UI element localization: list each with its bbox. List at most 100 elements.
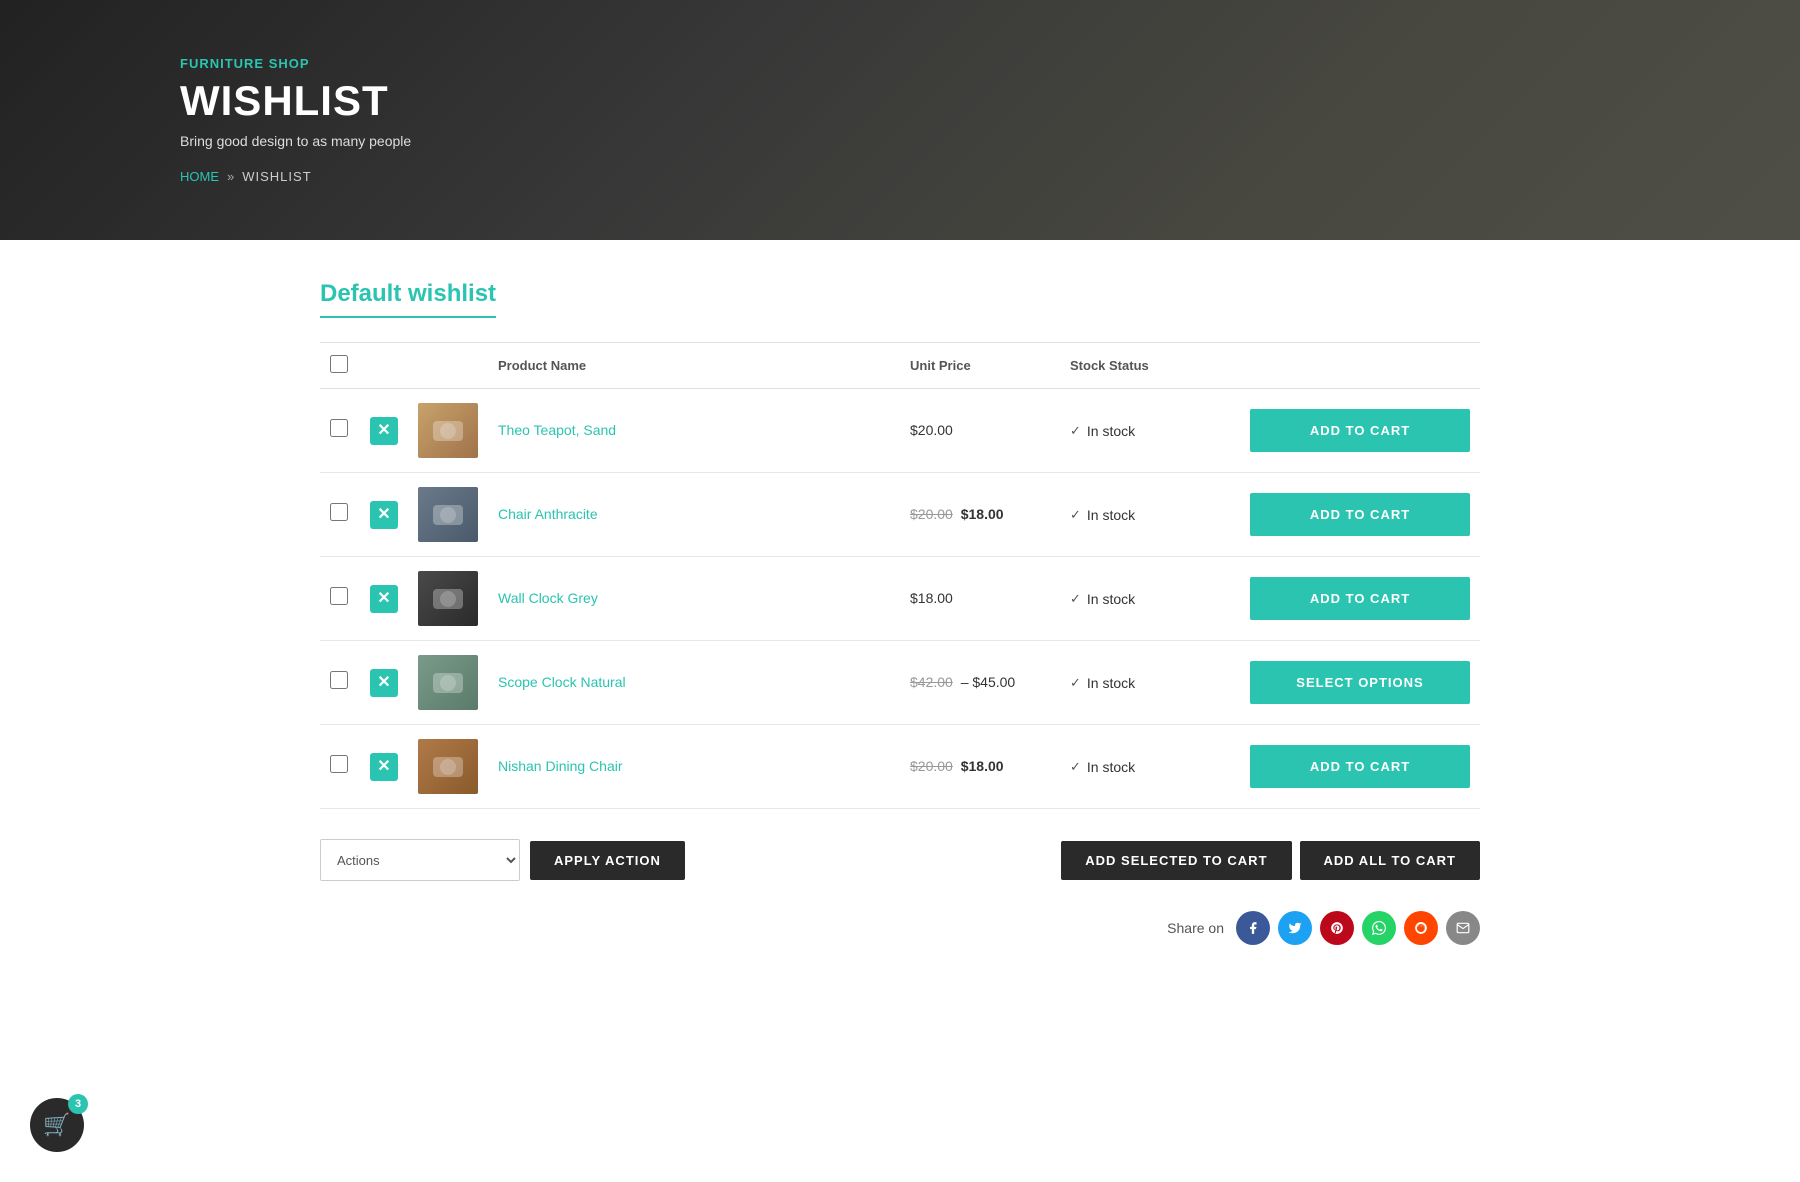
share-whatsapp-button[interactable] (1362, 911, 1396, 945)
row-checkbox-3[interactable] (330, 587, 348, 605)
stock-status-3: ✓ In stock (1070, 591, 1230, 607)
wishlist-title: Default wishlist (320, 280, 496, 318)
table-header-row: Product Name Unit Price Stock Status (320, 343, 1480, 389)
row-checkbox-5[interactable] (330, 755, 348, 773)
stock-text: In stock (1087, 591, 1135, 607)
product-name-link-4[interactable]: Scope Clock Natural (498, 674, 626, 690)
share-row: Share on (320, 911, 1480, 945)
floating-cart-button[interactable]: 🛒 3 (30, 1098, 84, 1152)
table-row: ✕ Wall Clock Grey $18.00 ✓ In stock ADD TO CA… (320, 557, 1480, 641)
stock-text: In stock (1087, 759, 1135, 775)
breadcrumb-current: WISHLIST (242, 169, 311, 184)
select-options-button-4[interactable]: SELECT OPTIONS (1250, 661, 1470, 704)
table-row: ✕ Scope Clock Natural $42.00 – $45.00 ✓ In s… (320, 641, 1480, 725)
unit-price-5: $20.00 $18.00 (910, 758, 1004, 774)
remove-item-button-4[interactable]: ✕ (370, 669, 398, 697)
unit-price-3: $18.00 (910, 590, 953, 606)
shop-name: FURNITURE SHOP (180, 56, 411, 71)
checkmark-icon: ✓ (1070, 591, 1081, 607)
x-icon: ✕ (377, 759, 390, 775)
header-select-all-cell (320, 343, 360, 389)
table-row: ✕ Chair Anthracite $20.00 $18.00 ✓ In stock A… (320, 473, 1480, 557)
unit-price-2: $20.00 $18.00 (910, 506, 1004, 522)
share-facebook-button[interactable] (1236, 911, 1270, 945)
add-to-cart-button-2[interactable]: ADD TO CART (1250, 493, 1470, 536)
share-email-button[interactable] (1446, 911, 1480, 945)
product-image-2 (418, 487, 478, 542)
product-image-5 (418, 739, 478, 794)
stock-status-1: ✓ In stock (1070, 423, 1230, 439)
x-icon: ✕ (377, 423, 390, 439)
header-action-cell (1240, 343, 1480, 389)
checkmark-icon: ✓ (1070, 675, 1081, 691)
product-name-link-2[interactable]: Chair Anthracite (498, 506, 598, 522)
product-name-link-1[interactable]: Theo Teapot, Sand (498, 422, 616, 438)
hero-section: FURNITURE SHOP WISHLIST Bring good desig… (0, 0, 1800, 240)
header-product-name: Product Name (488, 343, 900, 389)
main-content: Default wishlist Product Name Unit Price… (300, 240, 1500, 1005)
unit-price-1: $20.00 (910, 422, 953, 438)
header-unit-price: Unit Price (900, 343, 1060, 389)
checkmark-icon: ✓ (1070, 507, 1081, 523)
remove-item-button-1[interactable]: ✕ (370, 417, 398, 445)
actions-row: Actions Remove selected APPLY ACTION ADD… (320, 839, 1480, 881)
x-icon: ✕ (377, 591, 390, 607)
price-old: $20.00 (910, 758, 953, 774)
row-checkbox-1[interactable] (330, 419, 348, 437)
row-checkbox-4[interactable] (330, 671, 348, 689)
price-range: – $45.00 (957, 674, 1015, 690)
add-all-to-cart-button[interactable]: ADD ALL TO CART (1300, 841, 1480, 880)
share-label: Share on (1167, 920, 1224, 936)
breadcrumb-home-link[interactable]: HOME (180, 169, 219, 184)
breadcrumb: HOME » WISHLIST (180, 169, 411, 184)
checkmark-icon: ✓ (1070, 423, 1081, 439)
table-row: ✕ Theo Teapot, Sand $20.00 ✓ In stock ADD TO … (320, 389, 1480, 473)
product-image-4 (418, 655, 478, 710)
checkmark-icon: ✓ (1070, 759, 1081, 775)
stock-text: In stock (1087, 423, 1135, 439)
actions-dropdown[interactable]: Actions Remove selected (320, 839, 520, 881)
hero-subtitle: Bring good design to as many people (180, 133, 411, 149)
remove-item-button-3[interactable]: ✕ (370, 585, 398, 613)
add-to-cart-button-5[interactable]: ADD TO CART (1250, 745, 1470, 788)
price-old: $20.00 (910, 506, 953, 522)
apply-action-button[interactable]: APPLY ACTION (530, 841, 685, 880)
price-old: $42.00 (910, 674, 953, 690)
add-to-cart-button-3[interactable]: ADD TO CART (1250, 577, 1470, 620)
select-all-checkbox[interactable] (330, 355, 348, 373)
product-name-link-3[interactable]: Wall Clock Grey (498, 590, 598, 606)
stock-text: In stock (1087, 675, 1135, 691)
cart-badge: 3 (68, 1094, 88, 1114)
page-hero-title: WISHLIST (180, 77, 411, 125)
price-new: $18.00 (961, 758, 1004, 774)
wishlist-table: Product Name Unit Price Stock Status ✕ Th… (320, 342, 1480, 809)
share-reddit-button[interactable] (1404, 911, 1438, 945)
header-img-cell (408, 343, 488, 389)
share-pinterest-button[interactable] (1320, 911, 1354, 945)
breadcrumb-separator: » (227, 169, 234, 184)
remove-item-button-5[interactable]: ✕ (370, 753, 398, 781)
stock-text: In stock (1087, 507, 1135, 523)
remove-item-button-2[interactable]: ✕ (370, 501, 398, 529)
x-icon: ✕ (377, 675, 390, 691)
unit-price-4: $42.00 – $45.00 (910, 674, 1015, 690)
header-remove-cell (360, 343, 408, 389)
stock-status-2: ✓ In stock (1070, 507, 1230, 523)
row-checkbox-2[interactable] (330, 503, 348, 521)
stock-status-4: ✓ In stock (1070, 675, 1230, 691)
add-selected-to-cart-button[interactable]: ADD SELECTED TO CART (1061, 841, 1291, 880)
product-name-link-5[interactable]: Nishan Dining Chair (498, 758, 623, 774)
product-image-1 (418, 403, 478, 458)
add-to-cart-button-1[interactable]: ADD TO CART (1250, 409, 1470, 452)
actions-left: Actions Remove selected APPLY ACTION (320, 839, 685, 881)
header-stock-status: Stock Status (1060, 343, 1240, 389)
share-twitter-button[interactable] (1278, 911, 1312, 945)
table-row: ✕ Nishan Dining Chair $20.00 $18.00 ✓ In sto… (320, 725, 1480, 809)
cart-icon: 🛒 (43, 1112, 70, 1138)
stock-status-5: ✓ In stock (1070, 759, 1230, 775)
x-icon: ✕ (377, 507, 390, 523)
product-image-3 (418, 571, 478, 626)
hero-content: FURNITURE SHOP WISHLIST Bring good desig… (0, 56, 411, 184)
actions-right: ADD SELECTED TO CART ADD ALL TO CART (1061, 841, 1480, 880)
price-new: $18.00 (961, 506, 1004, 522)
